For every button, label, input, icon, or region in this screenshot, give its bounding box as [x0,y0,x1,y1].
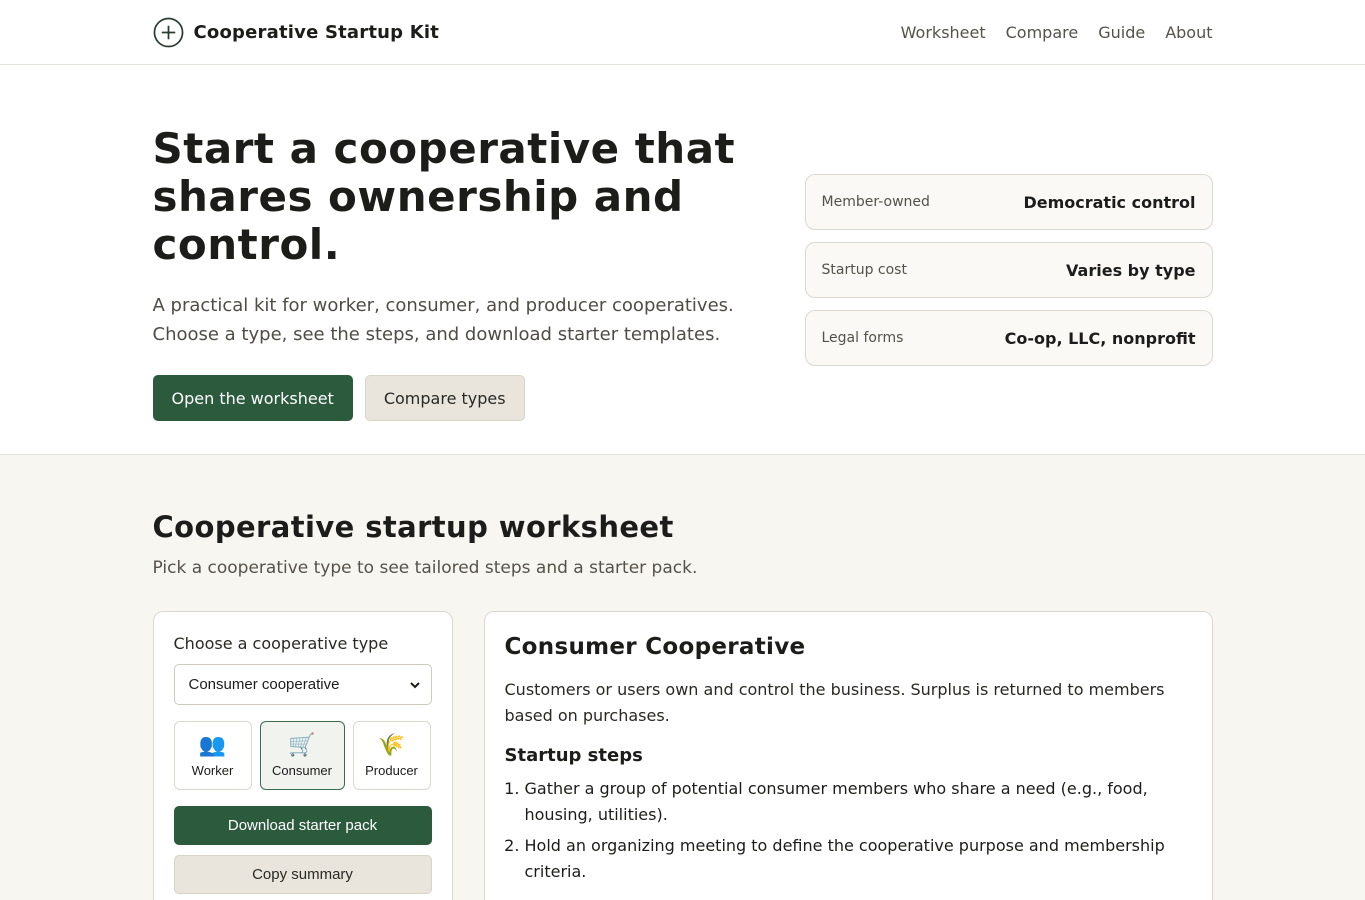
stat-value: Democratic control [1023,192,1196,212]
type-chooser-panel: Choose a cooperative type Consumer coope… [152,611,453,900]
nav-link-worksheet[interactable]: Worksheet [901,23,986,42]
startup-steps-list: Gather a group of potential consumer mem… [505,776,1192,885]
nav-link-compare[interactable]: Compare [1006,23,1079,42]
stat-label: Member-owned [821,194,930,210]
people-icon: 👥 [198,733,227,758]
chevron-down-icon [409,681,420,688]
hero-section: Start a cooperative that shares ownershi… [0,65,1365,455]
cooperative-type-select[interactable]: Consumer cooperative [173,664,432,705]
nav-link-guide[interactable]: Guide [1098,23,1145,42]
worksheet-title: Cooperative startup worksheet [152,510,674,544]
brand[interactable]: Cooperative Startup Kit [153,17,440,48]
select-value: Consumer cooperative [188,676,340,693]
stat-label: Legal forms [821,330,904,346]
compare-types-button[interactable]: Compare types [364,375,525,421]
type-detail-panel: Consumer Cooperative Customers or users … [483,611,1213,900]
nav-link-about[interactable]: About [1165,23,1212,42]
type-card-label: Worker [191,763,234,778]
stat-card: Legal forms Co-op, LLC, nonprofit [804,310,1213,366]
main-nav: Worksheet Compare Guide About [901,23,1213,42]
copy-summary-button[interactable]: Copy summary [173,855,432,894]
hero-subtitle: A practical kit for worker, consumer, an… [152,295,734,345]
open-worksheet-button[interactable]: Open the worksheet [152,375,353,421]
worksheet-section: Cooperative startup worksheet Pick a coo… [0,455,1365,900]
shopping-cart-icon: 🛒 [288,733,316,758]
list-item: Hold an organizing meeting to define the… [525,833,1192,885]
top-navigation-bar: Cooperative Startup Kit Worksheet Compar… [0,0,1365,65]
worksheet-subtitle: Pick a cooperative type to see tailored … [152,558,698,578]
list-item: Gather a group of potential consumer mem… [525,776,1192,828]
wheat-icon: 🌾 [377,733,406,758]
type-card-worker[interactable]: 👥 Worker [173,721,252,790]
type-card-label: Producer [365,763,418,778]
detail-description: Customers or users own and control the b… [504,680,1165,725]
type-card-label: Consumer [272,763,332,778]
stat-value: Co-op, LLC, nonprofit [1004,328,1196,348]
brand-name: Cooperative Startup Kit [193,21,440,43]
hero-stats: Member-owned Democratic control Startup … [804,125,1213,421]
plus-circle-icon [153,17,183,47]
stat-value: Varies by type [1066,260,1196,280]
type-card-consumer[interactable]: 🛒 Consumer [259,721,345,790]
hero-title: Start a cooperative that shares ownershi… [152,124,736,269]
download-starter-pack-button[interactable]: Download starter pack [173,806,432,845]
stat-label: Startup cost [821,262,907,278]
stat-card: Member-owned Democratic control [804,174,1213,230]
choose-type-label: Choose a cooperative type [173,634,389,653]
steps-title: Startup steps [504,745,643,766]
detail-title: Consumer Cooperative [504,634,806,660]
stat-card: Startup cost Varies by type [804,242,1213,298]
type-card-producer[interactable]: 🌾 Producer [352,721,431,790]
